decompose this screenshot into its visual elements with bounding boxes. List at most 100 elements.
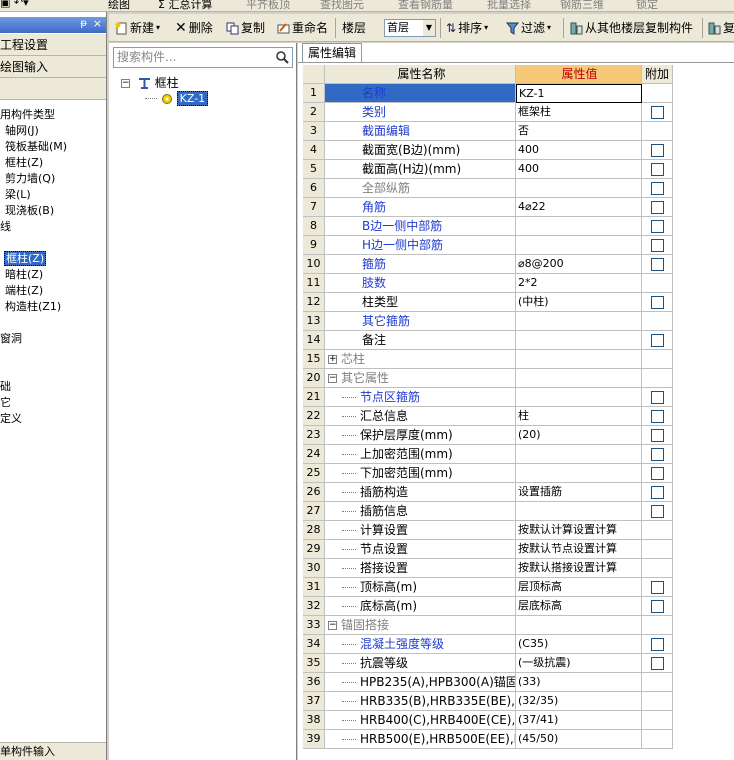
close-icon[interactable]: ×: [93, 17, 102, 30]
tree-item-construct-column[interactable]: 构造柱(Z1): [5, 299, 61, 315]
tree-item-kz1[interactable]: KZ-1: [145, 91, 209, 106]
extra-checkbox[interactable]: [651, 467, 664, 480]
property-name-cell[interactable]: H边一侧中部筋: [325, 236, 516, 255]
property-value-cell[interactable]: [516, 388, 642, 407]
tree-item-slab[interactable]: 现浇板(B): [5, 203, 54, 219]
property-value-cell[interactable]: [516, 350, 642, 369]
property-value-cell[interactable]: [516, 217, 642, 236]
property-row[interactable]: 4 截面宽(B边)(mm) 400: [303, 141, 673, 160]
property-row[interactable]: 35 抗震等级 (一级抗震): [303, 654, 673, 673]
extra-checkbox[interactable]: [651, 220, 664, 233]
property-name-cell[interactable]: 节点设置: [325, 540, 516, 559]
property-name-cell[interactable]: 汇总信息: [325, 407, 516, 426]
property-value-cell[interactable]: 400: [516, 160, 642, 179]
property-value-cell[interactable]: (37/41): [516, 711, 642, 730]
collapse-icon[interactable]: −: [328, 374, 337, 383]
property-name-cell[interactable]: 计算设置: [325, 521, 516, 540]
tab-property-edit[interactable]: 属性编辑: [302, 43, 362, 63]
property-row[interactable]: 34 混凝土强度等级 (C35): [303, 635, 673, 654]
property-name-cell[interactable]: 混凝土强度等级: [325, 635, 516, 654]
draw-tab[interactable]: 绘图: [108, 0, 130, 11]
extra-checkbox[interactable]: [651, 581, 664, 594]
property-name-cell[interactable]: 全部纵筋: [325, 179, 516, 198]
property-name-cell[interactable]: B边一侧中部筋: [325, 217, 516, 236]
pin-icon[interactable]: ᵽ: [80, 18, 87, 29]
extra-checkbox[interactable]: [651, 448, 664, 461]
property-value-cell[interactable]: KZ-1: [516, 84, 642, 103]
property-value-cell[interactable]: 400: [516, 141, 642, 160]
sort-button[interactable]: ⇅ 排序 ▾: [446, 19, 488, 37]
property-row[interactable]: 38 HRB400(C),HRB400E(CE),HRBF(37/41): [303, 711, 673, 730]
collapse-icon[interactable]: −: [121, 79, 130, 88]
property-row[interactable]: 7 角筋 4⌀22: [303, 198, 673, 217]
property-value-cell[interactable]: 层顶标高: [516, 578, 642, 597]
tree-item-custom[interactable]: 定义: [0, 411, 22, 427]
property-name-cell[interactable]: 名称: [325, 84, 516, 103]
property-name-cell[interactable]: 柱类型: [325, 293, 516, 312]
property-value-cell[interactable]: 否: [516, 122, 642, 141]
extra-checkbox[interactable]: [651, 657, 664, 670]
lock[interactable]: 锁定: [636, 0, 658, 11]
property-row[interactable]: 21 节点区箍筋: [303, 388, 673, 407]
property-row[interactable]: 24 上加密范围(mm): [303, 445, 673, 464]
property-row[interactable]: 1 名称 KZ-1: [303, 84, 673, 103]
property-value-cell[interactable]: 按默认节点设置计算: [516, 540, 642, 559]
property-value-cell[interactable]: [516, 312, 642, 331]
property-name-cell[interactable]: HRB335(B),HRB335E(BE),HRBF: [325, 692, 516, 711]
extra-checkbox[interactable]: [651, 334, 664, 347]
property-name-cell[interactable]: 类别: [325, 103, 516, 122]
property-row[interactable]: 26 插筋构造 设置插筋: [303, 483, 673, 502]
property-value-cell[interactable]: (20): [516, 426, 642, 445]
property-name-cell[interactable]: 顶标高(m): [325, 578, 516, 597]
property-name-cell[interactable]: 截面高(H边)(mm): [325, 160, 516, 179]
tree-item-axis[interactable]: 轴网(J): [5, 123, 39, 139]
tree-item-column[interactable]: 框柱(Z): [5, 155, 43, 171]
property-value-cell[interactable]: 按默认搭接设置计算: [516, 559, 642, 578]
property-row[interactable]: 29 节点设置 按默认节点设置计算: [303, 540, 673, 559]
property-name-cell[interactable]: 截面宽(B边)(mm): [325, 141, 516, 160]
property-value-cell[interactable]: 框架柱: [516, 103, 642, 122]
property-row[interactable]: 30 搭接设置 按默认搭接设置计算: [303, 559, 673, 578]
tree-item-line[interactable]: 线: [0, 219, 11, 235]
property-value-cell[interactable]: [516, 502, 642, 521]
property-row[interactable]: 20− 其它属性: [303, 369, 673, 388]
extra-checkbox[interactable]: [651, 638, 664, 651]
tree-item-frame-column[interactable]: 框柱(Z): [4, 251, 47, 267]
extra-checkbox[interactable]: [651, 201, 664, 214]
property-name-cell[interactable]: HPB235(A),HPB300(A)锚固: [325, 673, 516, 692]
extra-checkbox[interactable]: [651, 600, 664, 613]
property-value-cell[interactable]: 设置插筋: [516, 483, 642, 502]
property-row[interactable]: 6 全部纵筋: [303, 179, 673, 198]
property-value-cell[interactable]: [516, 331, 642, 350]
batch-select[interactable]: 批量选择: [487, 0, 531, 11]
property-name-cell[interactable]: 其它箍筋: [325, 312, 516, 331]
property-name-cell[interactable]: 肢数: [325, 274, 516, 293]
property-row[interactable]: 3 截面编辑 否: [303, 122, 673, 141]
property-name-cell[interactable]: 插筋构造: [325, 483, 516, 502]
extra-checkbox[interactable]: [651, 182, 664, 195]
rename-button[interactable]: 重命名: [277, 19, 328, 37]
rebar-3d[interactable]: 钢筋三维: [560, 0, 604, 11]
property-name-cell[interactable]: − 锚固搭接: [325, 616, 516, 635]
property-row[interactable]: 14 备注: [303, 331, 673, 350]
tree-item-other[interactable]: 它: [0, 395, 11, 411]
find-element[interactable]: 查找图元: [320, 0, 364, 11]
property-value-cell[interactable]: (32/35): [516, 692, 642, 711]
property-row[interactable]: 32 底标高(m) 层底标高: [303, 597, 673, 616]
property-name-cell[interactable]: 插筋信息: [325, 502, 516, 521]
property-row[interactable]: 37 HRB335(B),HRB335E(BE),HRBF(32/35): [303, 692, 673, 711]
property-row[interactable]: 11 肢数 2*2: [303, 274, 673, 293]
property-name-cell[interactable]: 截面编辑: [325, 122, 516, 141]
property-value-cell[interactable]: 层底标高: [516, 597, 642, 616]
property-value-cell[interactable]: 按默认计算设置计算: [516, 521, 642, 540]
tree-item-end-column[interactable]: 端柱(Z): [5, 283, 43, 299]
property-row[interactable]: 28 计算设置 按默认计算设置计算: [303, 521, 673, 540]
property-row[interactable]: 25 下加密范围(mm): [303, 464, 673, 483]
property-row[interactable]: 2 类别 框架柱: [303, 103, 673, 122]
property-row[interactable]: 23 保护层厚度(mm) (20): [303, 426, 673, 445]
property-value-cell[interactable]: [516, 464, 642, 483]
property-row[interactable]: 27 插筋信息: [303, 502, 673, 521]
property-value-cell[interactable]: 2*2: [516, 274, 642, 293]
delete-button[interactable]: ✕ 删除: [175, 19, 213, 37]
collapse-icon[interactable]: −: [328, 621, 337, 630]
